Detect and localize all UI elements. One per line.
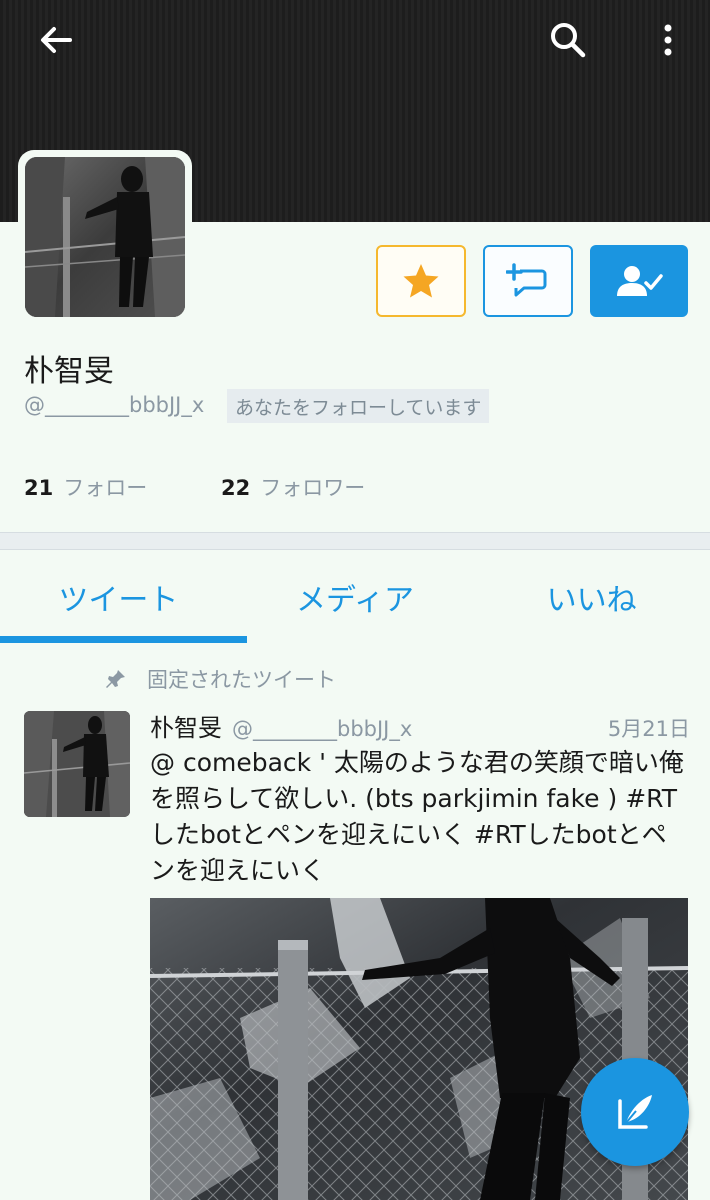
tab-media[interactable]: メディア	[237, 550, 474, 644]
profile-handle: @________bbbJJ_x	[24, 393, 205, 417]
add-message-icon	[506, 263, 547, 297]
more-vert-icon	[664, 24, 672, 56]
tweet-text: @ comeback ' 太陽のような君の笑顔で暗い俺を照らして欲しい. (bt…	[150, 748, 684, 885]
compose-tweet-icon	[618, 1095, 652, 1129]
tweet-date: 5月21日	[607, 717, 690, 741]
tweet-author-handle: @________bbbJJ_x	[232, 717, 413, 741]
tweet-author-name[interactable]: 朴智旻	[150, 708, 222, 743]
followers-count: 22	[221, 476, 251, 500]
compose-tweet-button[interactable]	[581, 1058, 689, 1166]
followers-label: フォロワー	[260, 476, 366, 500]
profile-avatar[interactable]	[18, 150, 192, 324]
back-button[interactable]	[28, 12, 84, 68]
profile-name: 朴智旻	[24, 354, 114, 389]
tab-tweets[interactable]: ツイート	[0, 550, 237, 644]
following-label: フォロー	[63, 476, 148, 500]
following-count-link[interactable]: 21 フォロー	[24, 472, 147, 502]
follows-you-badge: あなたをフォローしています	[227, 389, 490, 423]
profile-tabs: ツイート メディア いいね	[0, 550, 710, 644]
star-icon	[403, 264, 439, 298]
followers-count-link[interactable]: 22 フォロワー	[221, 472, 365, 502]
tweet-avatar[interactable]	[24, 711, 130, 817]
direct-message-button[interactable]	[483, 245, 573, 317]
favorite-notify-button[interactable]	[376, 245, 466, 317]
section-divider	[0, 532, 710, 550]
following-count: 21	[24, 476, 54, 500]
pin-icon	[106, 670, 125, 688]
user-check-icon	[617, 266, 663, 296]
tweet-header: 朴智旻 @________bbbJJ_x 5月21日	[150, 708, 690, 742]
search-button[interactable]	[540, 12, 596, 68]
search-icon	[551, 23, 586, 58]
more-options-button[interactable]	[640, 12, 696, 68]
pinned-label-text: 固定されたツイート	[147, 668, 336, 692]
active-tab-indicator	[0, 636, 247, 643]
pinned-tweet-label: 固定されたツイート	[105, 664, 336, 694]
following-button[interactable]	[590, 245, 688, 317]
tab-likes[interactable]: いいね	[473, 550, 710, 644]
avatar-photo	[25, 157, 185, 317]
arrow-left-icon	[41, 27, 72, 53]
